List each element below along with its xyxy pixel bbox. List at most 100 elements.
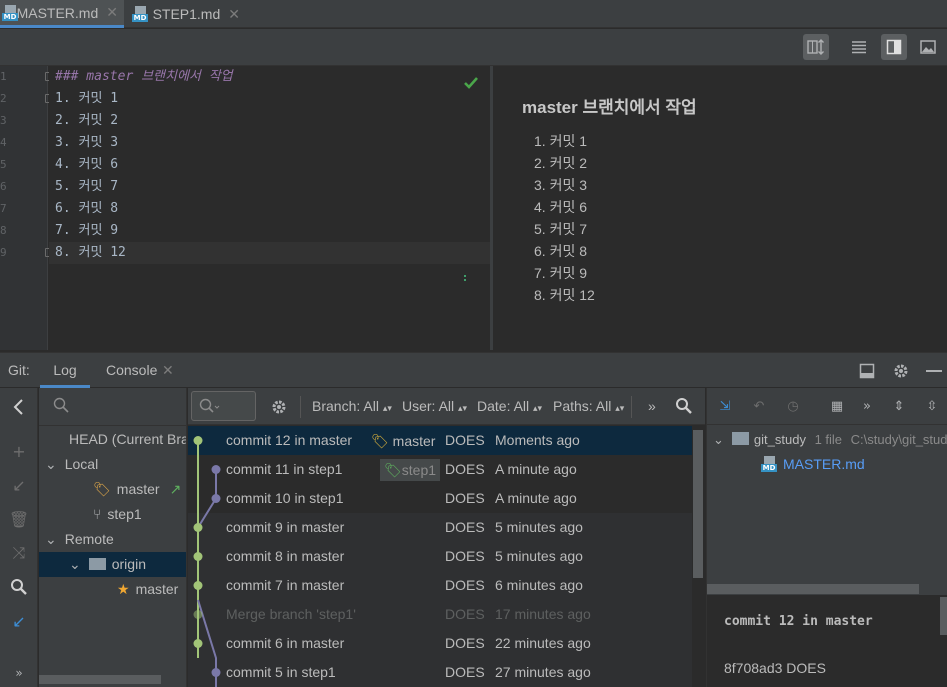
commit-date: 5 minutes ago — [495, 519, 583, 535]
dropdown-icon: ▴▾ — [458, 403, 468, 413]
commit-date: 17 minutes ago — [495, 606, 591, 622]
search-icon[interactable] — [10, 578, 28, 596]
graph-node — [193, 436, 203, 445]
line-number: 7 — [0, 202, 7, 215]
branch-local-step1[interactable]: ⑂ step1 — [93, 502, 142, 527]
hide-window-icon[interactable] — [859, 363, 875, 379]
user-filter[interactable]: User: All ▴▾ — [402, 388, 467, 425]
vertical-scrollbar[interactable] — [693, 430, 703, 578]
changed-file[interactable]: MD MASTER.md — [761, 452, 865, 477]
toolwindow-title: Git: — [8, 362, 30, 378]
split-layout-icon — [886, 39, 902, 55]
tab-console[interactable]: Console — [106, 353, 157, 388]
details-toolbar: ⇲ ↶ ◷ ▦ » ⇕ ⇳ — [707, 388, 947, 425]
commit-row[interactable]: commit 5 in step1 DOES 27 minutes ago — [188, 658, 692, 687]
commit-message: commit 7 in master — [226, 577, 345, 593]
commit-details: ⇲ ↶ ◷ ▦ » ⇕ ⇳ ⌄ git_study 1 file C:\study… — [706, 388, 947, 687]
search-icon[interactable] — [675, 397, 693, 415]
commit-row[interactable]: commit 10 in step1 DOES A minute ago — [188, 484, 692, 513]
tree-node-remote[interactable]: ⌄ Remote — [45, 527, 114, 552]
code-line: 7. 커밋 9 — [55, 223, 119, 238]
code-line: 8. 커밋 12 — [55, 245, 126, 260]
markdown-editor-toolbar — [0, 29, 947, 66]
tree-node-origin[interactable]: ⌄ origin — [39, 552, 186, 577]
line-number: 4 — [0, 136, 7, 149]
graph-node — [193, 581, 203, 590]
commit-author: DOES — [445, 490, 485, 506]
commit-message-panel: commit 12 in master 8f708ad3 DOES — [707, 595, 947, 687]
branch-remote-master[interactable]: ★ master — [117, 577, 178, 602]
markdown-preview: master 브랜치에서 작업 1. 커밋 1 2. 커밋 2 3. 커밋 3 … — [493, 66, 947, 350]
merge-icon[interactable]: ⤨ — [8, 542, 30, 564]
horizontal-scrollbar[interactable] — [39, 675, 161, 684]
commit-row[interactable]: commit 9 in master DOES 5 minutes ago — [188, 513, 692, 542]
vertical-scrollbar[interactable] — [940, 597, 947, 635]
history-icon[interactable]: ◷ — [781, 394, 805, 418]
expand-all-icon[interactable]: ⇕ — [887, 394, 911, 418]
delete-icon[interactable]: 🗑 — [8, 508, 30, 530]
show-diff-icon[interactable]: ⇲ — [713, 394, 737, 418]
git-log-side-toolbar: + ↙ 🗑 ⤨ ↙ » — [0, 388, 38, 687]
editor-only-button[interactable] — [846, 34, 872, 60]
tab-log[interactable]: Log — [40, 353, 90, 388]
commit-row[interactable]: commit 8 in master DOES 5 minutes ago — [188, 542, 692, 571]
changes-tree-repo[interactable]: ⌄ git_study 1 file C:\study\git_study — [713, 427, 947, 452]
line-number-gutter: 1 2 3 4 5 6 7 8 9 — [0, 66, 52, 350]
date-filter[interactable]: Date: All ▴▾ — [477, 388, 542, 425]
add-icon[interactable]: + — [8, 440, 30, 462]
chevron-left-icon[interactable] — [12, 399, 24, 415]
git-toolwindow-header: Git: Log Console ✕ — [0, 352, 947, 388]
tag-icon: 🏷 — [93, 481, 111, 497]
tab-step1-md[interactable]: MD STEP1.md ✕ — [130, 0, 246, 28]
commit-date: 27 minutes ago — [495, 664, 591, 680]
close-icon[interactable]: ✕ — [228, 6, 240, 23]
commit-row[interactable]: commit 7 in master DOES 6 minutes ago — [188, 571, 692, 600]
preview-heading: master 브랜치에서 작업 — [522, 98, 697, 117]
commit-author: DOES — [445, 519, 485, 535]
horizontal-scrollbar[interactable] — [707, 584, 919, 594]
minimize-icon[interactable] — [926, 370, 942, 373]
commit-row[interactable]: commit 11 in step1 🏷step1 DOES A minute … — [188, 455, 692, 484]
preview-list-item: 6. 커밋 8 — [534, 243, 588, 259]
branch-filter[interactable]: Branch: All ▴▾ — [312, 388, 392, 425]
close-icon[interactable]: ✕ — [106, 4, 118, 21]
commit-row[interactable]: commit 12 in master 🏷 master DOES Moment… — [188, 426, 692, 455]
editor-tab-bar: MD MASTER.md ✕ MD STEP1.md ✕ — [0, 0, 947, 28]
paths-filter[interactable]: Paths: All ▴▾ — [553, 388, 624, 425]
preview-list-item: 3. 커밋 3 — [534, 177, 588, 193]
code-line: 5. 커밋 7 — [55, 179, 119, 194]
revert-icon[interactable]: ↶ — [747, 394, 771, 418]
group-by-icon[interactable]: ▦ — [825, 394, 849, 418]
graph-node — [211, 494, 221, 503]
gear-icon[interactable] — [270, 398, 288, 416]
commit-message: Merge branch 'step1' — [226, 606, 356, 622]
more-icon[interactable]: » — [8, 662, 30, 684]
update-branch-icon[interactable]: ↙ — [8, 610, 30, 632]
commit-author: DOES — [445, 432, 485, 448]
markdown-editor[interactable]: ### master 브랜치에서 작업 1. 커밋 1 2. 커밋 2 3. 커… — [49, 66, 490, 350]
collapse-all-icon[interactable]: ⇳ — [920, 394, 944, 418]
close-icon[interactable]: ✕ — [162, 353, 174, 388]
tree-node-local[interactable]: ⌄ Local — [45, 452, 98, 477]
commit-message: commit 11 in step1 — [226, 461, 343, 477]
preview-list-item: 1. 커밋 1 — [534, 133, 588, 149]
more-icon[interactable]: » — [648, 388, 656, 425]
commit-row[interactable]: Merge branch 'step1' DOES 17 minutes ago — [188, 600, 692, 629]
preview-only-button[interactable] — [915, 34, 941, 60]
tab-master-md[interactable]: MD MASTER.md ✕ — [0, 0, 124, 28]
scroll-sync-toggle[interactable] — [803, 34, 829, 60]
markdown-file-icon: MD — [2, 4, 18, 21]
tab-label: STEP1.md — [152, 6, 221, 22]
chevron-down-icon: ⌄ — [69, 556, 81, 572]
no-problems-check-icon[interactable] — [463, 76, 479, 90]
gear-icon[interactable] — [892, 362, 910, 380]
commit-row[interactable]: commit 6 in master DOES 22 minutes ago — [188, 629, 692, 658]
checkout-arrow-icon[interactable]: ↙ — [8, 474, 30, 496]
search-icon[interactable] — [53, 397, 69, 413]
commit-message: commit 10 in step1 — [226, 490, 344, 506]
branch-head[interactable]: HEAD (Current Branch) — [69, 427, 186, 452]
split-view-button[interactable] — [881, 34, 907, 60]
search-input[interactable] — [191, 391, 256, 421]
branch-local-master[interactable]: 🏷 master ↗ — [93, 477, 181, 502]
more-icon[interactable]: » — [855, 394, 879, 418]
